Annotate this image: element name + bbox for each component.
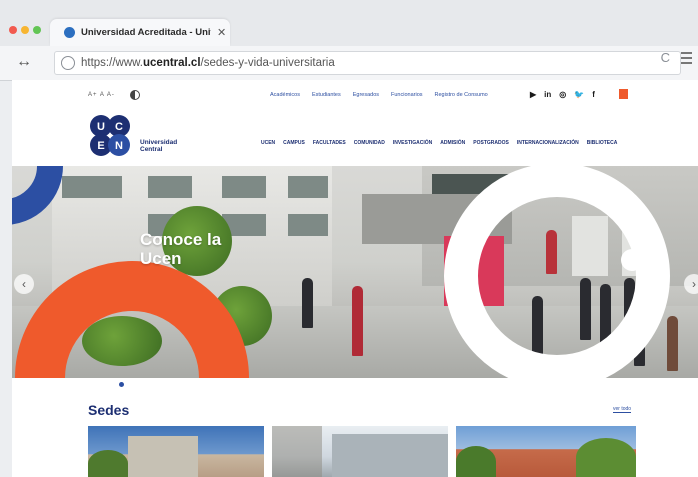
font-size-controls[interactable]: A+ A A- bbox=[88, 92, 115, 98]
back-forward-icon[interactable]: ↔ bbox=[16, 53, 32, 71]
audience-links: Académicos Estudiantes Egresados Funcion… bbox=[270, 92, 488, 98]
social-links: ▶ in ◎ 🐦 f bbox=[530, 90, 595, 99]
close-tab-icon[interactable]: ✕ bbox=[217, 26, 226, 39]
reload-icon[interactable]: C bbox=[661, 50, 670, 65]
site-info-icon[interactable] bbox=[61, 56, 75, 70]
sede-card[interactable] bbox=[88, 426, 264, 477]
address-bar: ↔ https://www.ucentral.cl/sedes-y-vida-u… bbox=[0, 46, 698, 81]
link-registro[interactable]: Registro de Consumo bbox=[435, 92, 488, 98]
ucen-logo[interactable]: U C E N bbox=[88, 114, 132, 158]
sede-card[interactable] bbox=[456, 426, 636, 477]
logo-letter-u: U bbox=[97, 121, 105, 133]
url-text: https://www.ucentral.cl/sedes-y-vida-uni… bbox=[81, 57, 335, 69]
link-egresados[interactable]: Egresados bbox=[353, 92, 379, 98]
nav-biblioteca[interactable]: BIBLIOTECA bbox=[587, 140, 618, 146]
nav-investigacion[interactable]: INVESTIGACIÓN bbox=[393, 140, 432, 146]
link-estudiantes[interactable]: Estudiantes bbox=[312, 92, 341, 98]
tab-title: Universidad Acreditada - Univ bbox=[81, 27, 211, 38]
maximize-window-button[interactable] bbox=[33, 26, 41, 34]
twitter-icon[interactable]: 🐦 bbox=[574, 90, 584, 99]
logo-letter-n: N bbox=[115, 140, 123, 152]
sedes-heading: Sedes bbox=[88, 402, 130, 418]
nav-comunidad[interactable]: COMUNIDAD bbox=[354, 140, 385, 146]
slider-dot-active[interactable] bbox=[119, 382, 124, 387]
browser-tab-bar: Universidad Acreditada - Univ ✕ bbox=[0, 0, 698, 46]
nav-campus[interactable]: CAMPUS bbox=[283, 140, 305, 146]
sedes-view-all-link[interactable]: ver todo bbox=[613, 406, 632, 413]
youtube-icon[interactable]: ▶ bbox=[530, 90, 536, 99]
facebook-icon[interactable]: f bbox=[592, 90, 595, 99]
close-window-button[interactable] bbox=[9, 26, 17, 34]
slider-prev-button[interactable]: ‹ bbox=[14, 274, 34, 294]
nav-facultades[interactable]: FACULTADES bbox=[313, 140, 346, 146]
minimize-window-button[interactable] bbox=[21, 26, 29, 34]
logo-letter-c: C bbox=[115, 121, 123, 133]
menu-icon[interactable] bbox=[681, 52, 692, 67]
nav-admision[interactable]: ADMISIÓN bbox=[440, 140, 465, 146]
nav-ucen[interactable]: UCEN bbox=[261, 140, 275, 146]
slider-next-button[interactable]: › bbox=[684, 274, 698, 294]
web-page: A+ A A- Académicos Estudiantes Egresados… bbox=[12, 80, 698, 477]
logo-letter-e: E bbox=[97, 140, 104, 152]
search-button[interactable] bbox=[619, 89, 628, 99]
sede-card[interactable] bbox=[272, 426, 448, 477]
instagram-icon[interactable]: ◎ bbox=[559, 90, 566, 99]
contrast-icon[interactable] bbox=[130, 90, 140, 100]
url-field[interactable]: https://www.ucentral.cl/sedes-y-vida-uni… bbox=[54, 51, 681, 75]
utility-bar: A+ A A- Académicos Estudiantes Egresados… bbox=[12, 80, 698, 108]
hero-slider[interactable]: Conoce la Ucen ‹ › bbox=[12, 166, 698, 378]
linkedin-icon[interactable]: in bbox=[544, 90, 551, 99]
browser-tab[interactable]: Universidad Acreditada - Univ ✕ bbox=[50, 19, 230, 46]
logo-wordmark: Universidad Central bbox=[140, 139, 178, 153]
link-academicos[interactable]: Académicos bbox=[270, 92, 300, 98]
window-controls bbox=[9, 26, 41, 34]
nav-postgrados[interactable]: POSTGRADOS bbox=[473, 140, 509, 146]
main-navigation: UCEN CAMPUS FACULTADES COMUNIDAD INVESTI… bbox=[261, 140, 617, 146]
nav-internacionalizacion[interactable]: INTERNACIONALIZACIÓN bbox=[517, 140, 579, 146]
favicon-icon bbox=[64, 27, 75, 38]
hero-title: Conoce la Ucen bbox=[140, 230, 222, 268]
hero-decorative-shapes bbox=[12, 166, 670, 378]
link-funcionarios[interactable]: Funcionarios bbox=[391, 92, 423, 98]
